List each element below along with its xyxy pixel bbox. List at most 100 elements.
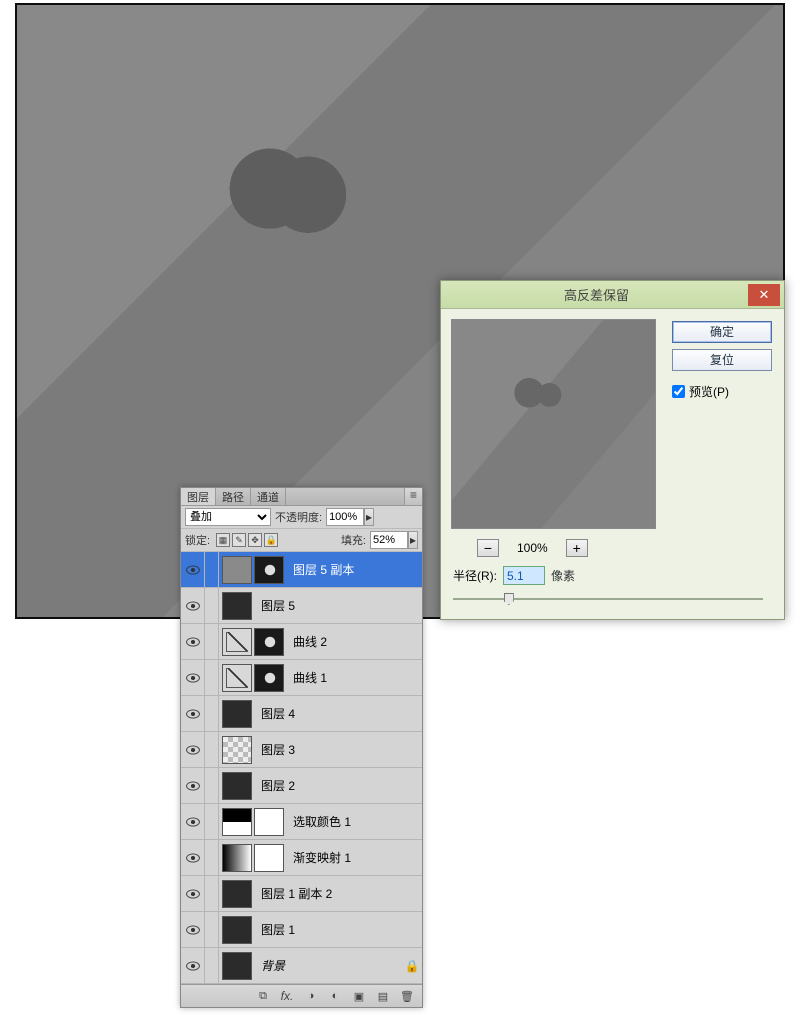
layer-row[interactable]: 图层 2 — [181, 768, 422, 804]
layer-thumbnails — [219, 772, 255, 800]
layer-thumbnail[interactable] — [222, 700, 252, 728]
layer-row[interactable]: 选取颜色 1 — [181, 804, 422, 840]
layer-thumbnail[interactable] — [254, 556, 284, 584]
layer-row[interactable]: 图层 1 副本 2 — [181, 876, 422, 912]
tab-layers[interactable]: 图层 — [181, 488, 216, 505]
opacity-input[interactable] — [326, 508, 364, 526]
layer-thumbnail[interactable] — [222, 772, 252, 800]
visibility-eye-icon[interactable] — [181, 768, 205, 803]
layer-name[interactable]: 曲线 2 — [293, 633, 327, 650]
lock-label: 锁定: — [185, 532, 210, 548]
zoom-in-button[interactable]: + — [566, 539, 588, 557]
layer-thumbnail[interactable] — [254, 628, 284, 656]
layer-name[interactable]: 图层 3 — [261, 741, 295, 758]
fill-stepper-icon[interactable]: ▸ — [408, 531, 418, 549]
preview-checkbox-row[interactable]: 预览(P) — [672, 383, 772, 400]
delete-layer-icon[interactable]: 🗑 — [398, 988, 416, 1004]
lock-pixels-icon[interactable]: ✎ — [232, 533, 246, 547]
layer-row[interactable]: 曲线 1 — [181, 660, 422, 696]
filter-preview[interactable] — [451, 319, 656, 529]
new-layer-icon[interactable]: ▤ — [374, 988, 392, 1004]
opacity-stepper-icon[interactable]: ▸ — [364, 508, 374, 526]
layer-thumbnails — [219, 808, 287, 836]
layer-thumbnails — [219, 736, 255, 764]
add-mask-icon[interactable]: ◑ — [302, 988, 320, 1004]
visibility-eye-icon[interactable] — [181, 840, 205, 875]
layer-name[interactable]: 图层 4 — [261, 705, 295, 722]
layer-thumbnail[interactable] — [222, 808, 252, 836]
layer-name[interactable]: 图层 1 副本 2 — [261, 885, 332, 902]
lock-transparent-icon[interactable]: ▦ — [216, 533, 230, 547]
dialog-title: 高反差保留 — [445, 285, 748, 304]
visibility-eye-icon[interactable] — [181, 876, 205, 911]
preview-checkbox[interactable] — [672, 385, 685, 398]
panel-menu-icon[interactable]: ≡ — [404, 488, 422, 505]
layer-thumbnail[interactable] — [222, 664, 252, 692]
layer-thumbnail[interactable] — [254, 844, 284, 872]
layer-name[interactable]: 图层 1 — [261, 921, 295, 938]
layer-list: 图层 5 副本图层 5 曲线 2 曲线 1 图层 4 图层 3 图层 2 选取颜色 1 渐变映… — [181, 552, 422, 984]
layer-name[interactable]: 图层 2 — [261, 777, 295, 794]
layer-thumbnail[interactable] — [222, 952, 252, 980]
link-column — [205, 660, 219, 695]
fill-input[interactable] — [370, 531, 408, 549]
layer-thumbnails — [219, 844, 287, 872]
zoom-out-button[interactable]: − — [477, 539, 499, 557]
layer-thumbnail[interactable] — [222, 736, 252, 764]
visibility-eye-icon[interactable] — [181, 624, 205, 659]
layer-name[interactable]: 背景 — [261, 957, 285, 974]
layer-row[interactable]: 图层 5 副本 — [181, 552, 422, 588]
layer-thumbnail[interactable] — [222, 916, 252, 944]
visibility-eye-icon[interactable] — [181, 912, 205, 947]
layer-row[interactable]: 曲线 2 — [181, 624, 422, 660]
layer-row[interactable]: 图层 1 — [181, 912, 422, 948]
visibility-eye-icon[interactable] — [181, 696, 205, 731]
preview-checkbox-label: 预览(P) — [689, 383, 729, 400]
layer-name[interactable]: 图层 5 副本 — [293, 561, 354, 578]
visibility-eye-icon[interactable] — [181, 804, 205, 839]
layer-thumbnails — [219, 880, 255, 908]
radius-slider[interactable] — [453, 591, 763, 607]
close-icon[interactable]: ✕ — [748, 284, 780, 306]
lock-icon: 🔒 — [402, 959, 422, 973]
radius-input[interactable] — [503, 566, 545, 585]
layer-name[interactable]: 曲线 1 — [293, 669, 327, 686]
layer-thumbnail[interactable] — [222, 592, 252, 620]
lock-all-icon[interactable]: 🔒 — [264, 533, 278, 547]
layer-row[interactable]: 背景 🔒 — [181, 948, 422, 984]
visibility-eye-icon[interactable] — [181, 948, 205, 983]
layer-row[interactable]: 渐变映射 1 — [181, 840, 422, 876]
layer-thumbnail[interactable] — [222, 880, 252, 908]
layer-name[interactable]: 图层 5 — [261, 597, 295, 614]
link-layers-icon[interactable]: ⧉ — [254, 988, 272, 1004]
visibility-eye-icon[interactable] — [181, 552, 205, 587]
layer-fx-icon[interactable]: fx. — [278, 988, 296, 1004]
reset-button[interactable]: 复位 — [672, 349, 772, 371]
visibility-eye-icon[interactable] — [181, 588, 205, 623]
visibility-eye-icon[interactable] — [181, 732, 205, 767]
tab-channels[interactable]: 通道 — [251, 488, 286, 505]
ok-button[interactable]: 确定 — [672, 321, 772, 343]
layer-thumbnail[interactable] — [222, 628, 252, 656]
layer-thumbnail[interactable] — [222, 556, 252, 584]
layer-thumbnail[interactable] — [222, 844, 252, 872]
radius-slider-thumb[interactable] — [504, 593, 514, 605]
layer-thumbnail[interactable] — [254, 664, 284, 692]
link-column — [205, 588, 219, 623]
blend-mode-select[interactable]: 叠加 — [185, 508, 271, 526]
tab-paths[interactable]: 路径 — [216, 488, 251, 505]
layer-row[interactable]: 图层 3 — [181, 732, 422, 768]
link-column — [205, 768, 219, 803]
layer-thumbnail[interactable] — [254, 808, 284, 836]
dialog-titlebar[interactable]: 高反差保留 ✕ — [441, 281, 784, 309]
layer-row[interactable]: 图层 5 — [181, 588, 422, 624]
layer-row[interactable]: 图层 4 — [181, 696, 422, 732]
layer-thumbnails — [219, 592, 255, 620]
new-group-icon[interactable]: ▣ — [350, 988, 368, 1004]
lock-position-icon[interactable]: ✥ — [248, 533, 262, 547]
link-column — [205, 696, 219, 731]
layer-name[interactable]: 渐变映射 1 — [293, 849, 351, 866]
layer-name[interactable]: 选取颜色 1 — [293, 813, 351, 830]
visibility-eye-icon[interactable] — [181, 660, 205, 695]
new-adjustment-icon[interactable]: ◐ — [326, 988, 344, 1004]
